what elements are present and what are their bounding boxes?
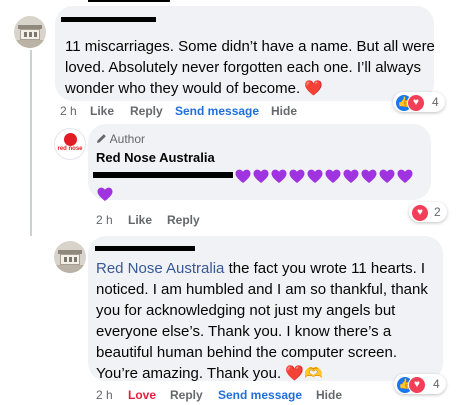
comment-text-segment: You’re amazing. Thank you. bbox=[96, 365, 282, 382]
comment-text-line: You’re amazing. Thank you. ❤️🫶 bbox=[96, 363, 323, 384]
comment-time[interactable]: 2 h bbox=[96, 213, 113, 227]
love-reaction-icon: ♥ bbox=[407, 94, 425, 112]
like-button[interactable]: Like bbox=[90, 104, 114, 118]
reply-actions: 2 h Like Reply bbox=[96, 213, 236, 227]
love-button[interactable]: Love bbox=[128, 388, 156, 402]
reaction-count: 2 bbox=[434, 205, 441, 219]
author-name[interactable]: Red Nose Australia bbox=[96, 150, 215, 166]
send-message-button[interactable]: Send message bbox=[218, 388, 302, 402]
comment-time[interactable]: 2 h bbox=[96, 388, 113, 402]
heart-icon: ❤️ bbox=[304, 80, 323, 97]
purple-heart-icon bbox=[379, 169, 395, 183]
purple-heart-icon bbox=[343, 169, 359, 183]
comment-text-line: you for acknowledging not just my angels… bbox=[96, 302, 396, 319]
comment-bubble: 11 miscarriages. Some didn’t have a name… bbox=[55, 6, 435, 101]
reaction-summary[interactable]: 👍 ♥ 4 bbox=[393, 92, 445, 112]
reply-button[interactable]: Reply bbox=[170, 388, 203, 402]
redacted-name bbox=[61, 17, 156, 22]
thread-line bbox=[30, 50, 32, 236]
comment-text-segment: the fact you wrote 11 hearts. I bbox=[224, 260, 426, 277]
reply-bubble: Author Red Nose Australia bbox=[88, 124, 431, 201]
comment-actions: 2 h Love Reply Send message Hide bbox=[96, 388, 342, 402]
love-reaction-icon: ♥ bbox=[408, 376, 426, 394]
comment-text-segment: wonder who they would of become. bbox=[65, 80, 301, 97]
heart-hands-icon: ❤️🫶 bbox=[285, 365, 323, 382]
author-badge-label: Author bbox=[109, 132, 146, 146]
love-reaction-icon: ♥ bbox=[411, 204, 429, 222]
purple-heart-icon bbox=[307, 169, 323, 183]
comment-time[interactable]: 2 h bbox=[60, 104, 77, 118]
commenter-avatar[interactable] bbox=[54, 241, 86, 273]
hide-button[interactable]: Hide bbox=[316, 388, 342, 402]
purple-heart-icon bbox=[361, 169, 377, 183]
comment-text-line: 11 miscarriages. Some didn’t have a name… bbox=[65, 38, 435, 55]
purple-heart-icon bbox=[253, 169, 269, 183]
redacted-mention bbox=[93, 172, 233, 178]
comment-bubble: Red Nose Australia the fact you wrote 11… bbox=[88, 236, 443, 384]
reaction-count: 4 bbox=[433, 377, 440, 391]
redaction-bar bbox=[88, 0, 170, 2]
reaction-summary[interactable]: ♥ 2 bbox=[409, 202, 447, 222]
comment-text-line: Red Nose Australia the fact you wrote 11… bbox=[96, 258, 425, 279]
comment-text-line: noticed. I am humbled and I am so thankf… bbox=[96, 281, 428, 298]
comment-text-line: loved. Absolutely never forgotten each o… bbox=[65, 59, 422, 76]
comment-text-line: wonder who they would of become. ❤️ bbox=[65, 78, 323, 99]
commenter-avatar[interactable] bbox=[14, 16, 46, 48]
purple-heart-icon bbox=[325, 169, 341, 183]
purple-heart-icon bbox=[235, 169, 251, 183]
purple-heart-icon bbox=[271, 169, 287, 183]
author-avatar[interactable]: red nose bbox=[54, 128, 86, 160]
avatar-logo-text: red nose bbox=[57, 146, 83, 152]
comment-text-line: beautiful human behind the computer scre… bbox=[96, 344, 398, 361]
reaction-summary[interactable]: 👍 ♥ 4 bbox=[394, 374, 446, 394]
author-badge: Author bbox=[96, 132, 145, 146]
reaction-count: 4 bbox=[432, 95, 439, 109]
purple-heart-icon bbox=[289, 169, 305, 183]
comment-actions: 2 h Like Reply Send message Hide bbox=[60, 104, 320, 118]
purple-heart-icon bbox=[397, 169, 413, 183]
pencil-icon bbox=[97, 134, 106, 143]
send-message-button[interactable]: Send message bbox=[175, 104, 259, 118]
comment-text-line: everyone else’s. Thank you. I know there… bbox=[96, 323, 392, 340]
redacted-name bbox=[95, 246, 195, 251]
mention-link[interactable]: Red Nose Australia bbox=[96, 260, 224, 277]
purple-heart-icon bbox=[97, 187, 113, 201]
reply-button[interactable]: Reply bbox=[167, 213, 200, 227]
hide-button[interactable]: Hide bbox=[271, 104, 297, 118]
like-button[interactable]: Like bbox=[128, 213, 152, 227]
reply-button[interactable]: Reply bbox=[130, 104, 163, 118]
